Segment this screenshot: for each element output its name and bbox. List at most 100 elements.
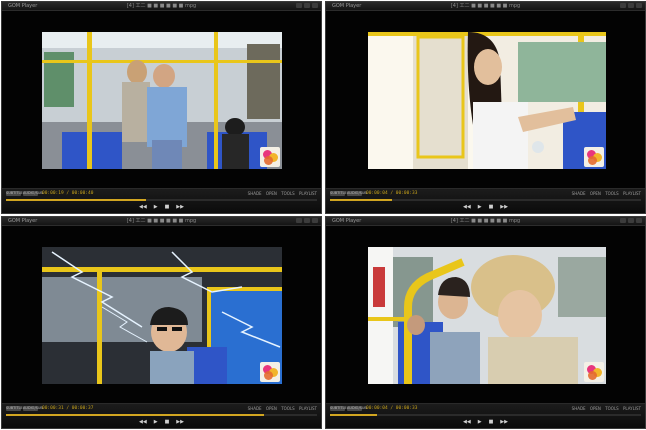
next-button[interactable]: ▶▶ [176, 203, 184, 211]
minimize-button[interactable] [620, 3, 626, 8]
open-menu[interactable]: OPEN [590, 191, 601, 196]
audio-button[interactable]: AUDIO/SUB [23, 191, 43, 196]
tools-menu[interactable]: TOOLS [281, 406, 295, 411]
window-controls [296, 3, 318, 8]
channel-logo [584, 147, 604, 167]
prev-button[interactable]: ◀◀ [463, 203, 471, 211]
window-title: [4] 工二 ■ ■ ■ ■ ■ ■ mpg [126, 3, 197, 9]
seek-progress [330, 199, 393, 201]
channel-logo [260, 362, 280, 382]
play-button[interactable]: ▶ [154, 418, 158, 426]
transport-controls: ◀◀ ▶ ■ ▶▶ [326, 418, 645, 426]
prev-button[interactable]: ◀◀ [463, 418, 471, 426]
close-button[interactable] [636, 3, 642, 8]
window-controls [296, 218, 318, 223]
maximize-button[interactable] [628, 218, 634, 223]
timecode: 00:00:31 / 00:00:37 [42, 406, 94, 411]
video-scene-bus-boarding [42, 32, 282, 169]
maximize-button[interactable] [628, 3, 634, 8]
open-menu[interactable]: OPEN [266, 406, 277, 411]
play-button[interactable]: ▶ [478, 418, 482, 426]
close-button[interactable] [312, 218, 318, 223]
stop-button[interactable]: ■ [489, 203, 494, 211]
video-scene-woman-on-bus [368, 32, 606, 169]
timecode: 00:00:19 / 00:00:40 [42, 191, 94, 196]
playlist-menu[interactable]: PLAYLIST [299, 191, 317, 196]
subtitle-button[interactable]: SUBTITLE [6, 191, 23, 196]
minimize-button[interactable] [296, 3, 302, 8]
play-button[interactable]: ▶ [154, 203, 158, 211]
seek-progress [330, 414, 377, 416]
title-bar[interactable]: GOM Player [4] 工二 ■ ■ ■ ■ ■ ■ mpg [326, 217, 645, 226]
next-button[interactable]: ▶▶ [500, 203, 508, 211]
transport-controls: ◀◀ ▶ ■ ▶▶ [2, 203, 321, 211]
control-bar: SUBTITLE AUDIO/SUB 00:00:31 / 00:00:37 S… [2, 403, 321, 428]
title-bar[interactable]: GOM Player [4] 工二 ■ ■ ■ ■ ■ ■ mpg [326, 2, 645, 11]
video-frame[interactable] [42, 247, 282, 384]
right-menu: SHADE OPEN TOOLS PLAYLIST [569, 191, 641, 197]
playlist-menu[interactable]: PLAYLIST [623, 191, 641, 196]
channel-logo [584, 362, 604, 382]
seek-progress [6, 414, 265, 416]
shade-menu[interactable]: SHADE [572, 406, 586, 411]
right-menu: SHADE OPEN TOOLS PLAYLIST [245, 191, 317, 197]
tools-menu[interactable]: TOOLS [605, 191, 619, 196]
subtitle-button[interactable]: SUBTITLE [6, 406, 23, 411]
channel-logo [260, 147, 280, 167]
maximize-button[interactable] [304, 3, 310, 8]
seek-bar[interactable] [6, 199, 317, 201]
timecode: 00:00:04 / 00:00:33 [366, 191, 418, 196]
stop-button[interactable]: ■ [489, 418, 494, 426]
seek-bar[interactable] [330, 414, 641, 416]
shade-menu[interactable]: SHADE [248, 406, 262, 411]
minimize-button[interactable] [620, 218, 626, 223]
stop-button[interactable]: ■ [165, 203, 170, 211]
control-bar: SUBTITLE AUDIO/SUB 00:00:04 / 00:00:33 S… [326, 188, 645, 213]
close-button[interactable] [312, 3, 318, 8]
video-scene-shoulder [368, 247, 606, 384]
window-controls [620, 3, 642, 8]
seek-bar[interactable] [6, 414, 317, 416]
timecode: 00:00:04 / 00:00:33 [366, 406, 418, 411]
subtitle-button[interactable]: SUBTITLE [330, 191, 347, 196]
video-frame[interactable] [368, 32, 606, 169]
prev-button[interactable]: ◀◀ [139, 418, 147, 426]
seek-progress [6, 199, 146, 201]
video-frame[interactable] [368, 247, 606, 384]
video-scene-lightning [42, 247, 282, 384]
shade-menu[interactable]: SHADE [572, 191, 586, 196]
transport-controls: ◀◀ ▶ ■ ▶▶ [326, 203, 645, 211]
seek-bar[interactable] [330, 199, 641, 201]
close-button[interactable] [636, 218, 642, 223]
subtitle-button[interactable]: SUBTITLE [330, 406, 347, 411]
video-player-window: GOM Player [4] 工二 ■ ■ ■ ■ ■ ■ mpg SUBTIT… [325, 216, 646, 429]
next-button[interactable]: ▶▶ [500, 418, 508, 426]
window-title: [4] 工二 ■ ■ ■ ■ ■ ■ mpg [450, 218, 521, 224]
shade-menu[interactable]: SHADE [248, 191, 262, 196]
audio-button[interactable]: AUDIO/SUB [347, 191, 367, 196]
prev-button[interactable]: ◀◀ [139, 203, 147, 211]
playlist-menu[interactable]: PLAYLIST [299, 406, 317, 411]
right-menu: SHADE OPEN TOOLS PLAYLIST [245, 406, 317, 412]
tools-menu[interactable]: TOOLS [605, 406, 619, 411]
video-player-window: GOM Player [4] 工二 ■ ■ ■ ■ ■ ■ mpg SUBTIT… [325, 1, 646, 214]
next-button[interactable]: ▶▶ [176, 418, 184, 426]
tools-menu[interactable]: TOOLS [281, 191, 295, 196]
title-bar[interactable]: GOM Player [4] 工二 ■ ■ ■ ■ ■ ■ mpg [2, 2, 321, 11]
stop-button[interactable]: ■ [165, 418, 170, 426]
title-bar[interactable]: GOM Player [4] 工二 ■ ■ ■ ■ ■ ■ mpg [2, 217, 321, 226]
transport-controls: ◀◀ ▶ ■ ▶▶ [2, 418, 321, 426]
maximize-button[interactable] [304, 218, 310, 223]
open-menu[interactable]: OPEN [266, 191, 277, 196]
audio-button[interactable]: AUDIO/SUB [347, 406, 367, 411]
play-button[interactable]: ▶ [478, 203, 482, 211]
open-menu[interactable]: OPEN [590, 406, 601, 411]
control-bar: SUBTITLE AUDIO/SUB 00:00:04 / 00:00:33 S… [326, 403, 645, 428]
window-title: [4] 工二 ■ ■ ■ ■ ■ ■ mpg [450, 3, 521, 9]
playlist-menu[interactable]: PLAYLIST [623, 406, 641, 411]
video-frame[interactable] [42, 32, 282, 169]
minimize-button[interactable] [296, 218, 302, 223]
window-title: [4] 工二 ■ ■ ■ ■ ■ ■ mpg [126, 218, 197, 224]
audio-button[interactable]: AUDIO/SUB [23, 406, 43, 411]
video-player-window: GOM Player [4] 工二 ■ ■ ■ ■ ■ ■ mpg SUBTIT… [1, 216, 322, 429]
